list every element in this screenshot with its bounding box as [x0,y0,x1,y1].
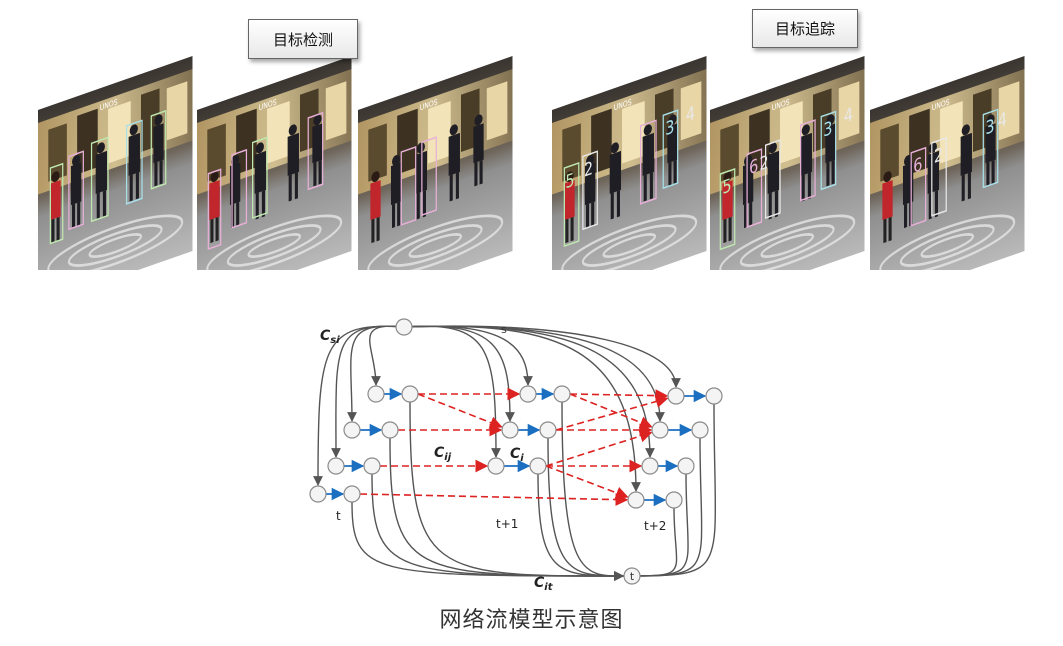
frame-track-1: UNOS 5 2 3 4 [550,54,708,307]
graph-node [327,457,345,475]
detection-label: 目标检测 [248,19,358,59]
frame-track-3: UNOS 6 2 3 4 [868,54,1026,307]
track-id: 6 [749,154,758,179]
graph-node [501,421,519,439]
graph-node [539,421,557,439]
track-id: 2 [584,156,593,181]
time-label-t1: t+1 [496,517,518,531]
transition-edge [417,393,503,429]
frame-detect-3: UNOS [356,54,514,307]
edge-label-csi: Csi [320,328,340,346]
frame-detect-1: UNOS [36,54,194,307]
edge-label-cit: Cit [534,575,554,593]
time-label-t2: t+2 [644,519,666,533]
tracking-label: 目标追踪 [752,9,858,48]
diagram-caption: 网络流模型示意图 [439,608,624,633]
graph-node [691,421,709,439]
track-id: 6 [913,152,922,177]
track-id: 5 [565,168,574,193]
graph-node [651,421,669,439]
transition-edge [359,493,629,506]
transition-edge [569,389,669,403]
source-edge [403,325,681,388]
track-id: 2 [759,150,768,175]
graph-node [627,491,645,509]
graph-node [343,421,361,439]
graph-node [487,457,505,475]
track-id: 5 [722,174,731,199]
source-edge [403,325,533,386]
graph-node [677,457,695,475]
graph-node [665,491,683,509]
source-edge [347,325,405,422]
graph-node [641,457,659,475]
track-id: 3 [985,114,994,139]
track-id: 4 [998,107,1007,132]
graph-node [367,385,385,403]
sink-edge [389,437,624,581]
sink-node-label: t [630,570,635,583]
transition-edge [545,465,629,499]
sink-edge [351,501,624,581]
graph-node [667,387,685,405]
graph-node [705,387,723,405]
time-label-t: t [336,509,341,523]
sink-edge [547,437,624,581]
source-node-label: s [501,323,507,336]
graph-node [309,485,327,503]
graph-node [381,421,399,439]
edge-label-cij: Cij [434,445,452,463]
source-edge [369,325,405,386]
graph-node [343,485,361,503]
source-node [395,318,413,336]
graph-node [519,385,537,403]
source-edge [403,325,515,422]
network-canvas: s t t t+1 t+2 Csi Cij Ci Cit [309,318,723,593]
graph-node [529,457,547,475]
network-flow-diagram: s t t t+1 t+2 Csi Cij Ci Cit [300,310,740,600]
track-id: 2 [934,143,943,168]
transition-edge [555,395,669,431]
frames-canvas: UNOS UNOS UNOS UNOS 5 2 3 4 UNOS 5 6 2 3… [36,54,1026,307]
graph-node [401,385,419,403]
edge-label-ci: Ci [510,446,524,464]
graph-node [363,457,381,475]
sink-edge [561,401,624,581]
track-id: 4 [686,101,695,126]
source-edge [403,325,665,422]
track-id: 3 [823,116,832,141]
track-id: 4 [844,102,853,127]
frame-track-2: UNOS 5 6 2 3 4 [708,54,866,307]
graph-node [553,385,571,403]
video-frames: UNOS UNOS UNOS UNOS 5 2 3 4 UNOS 5 6 2 3… [0,0,1063,307]
frame-detect-2: UNOS [195,54,353,307]
track-id: 3 [665,115,674,140]
